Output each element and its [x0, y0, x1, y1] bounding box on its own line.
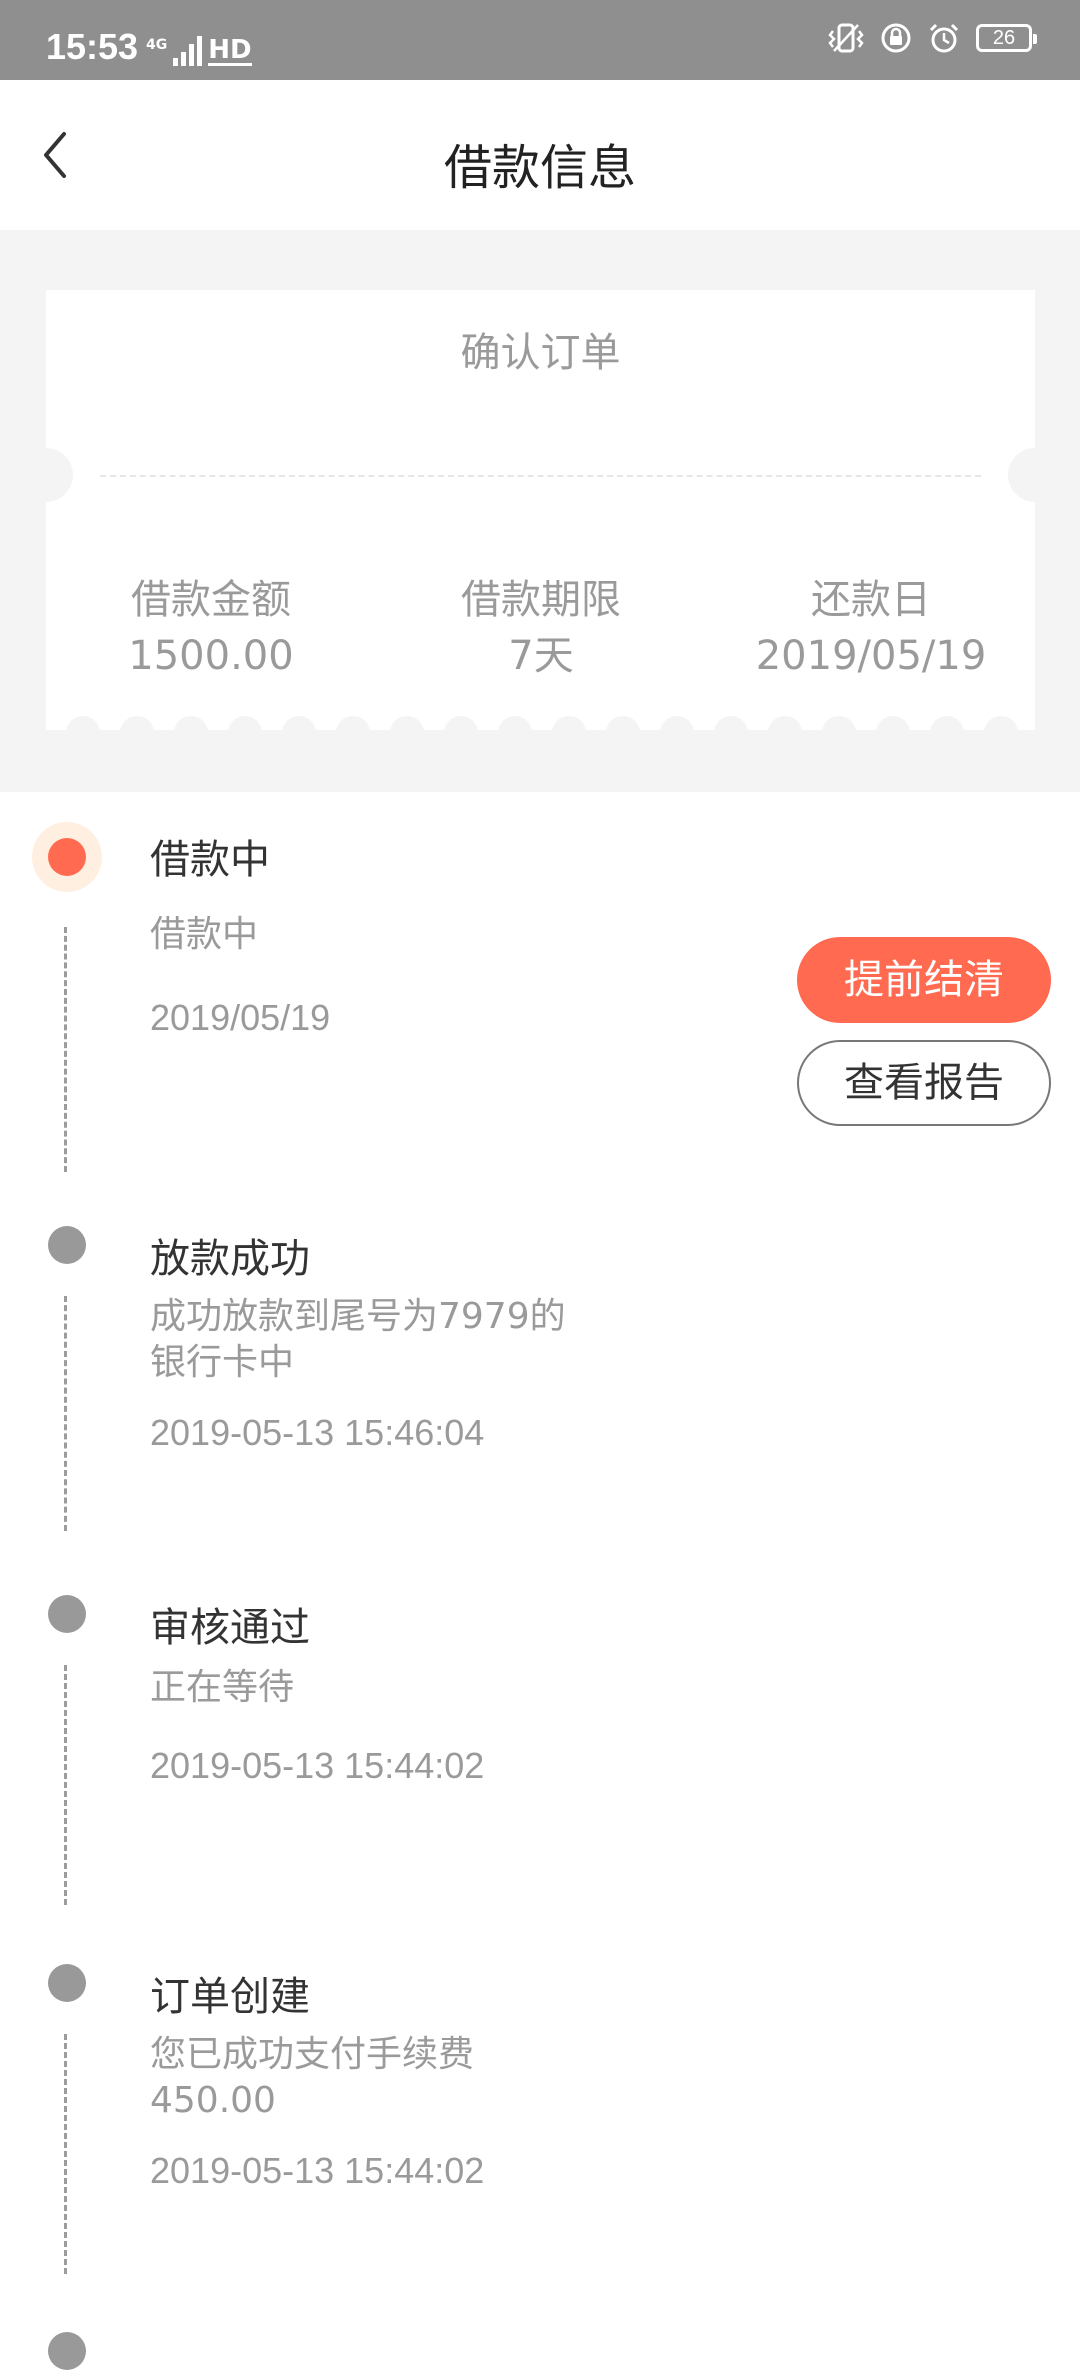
timeline-title: 放款成功 [150, 1236, 310, 1282]
lock-rotation-icon [881, 23, 911, 53]
status-icons: 26 [828, 22, 1037, 54]
scallop-dot [336, 716, 370, 744]
repayment-date-value: 2019/05/19 [755, 633, 987, 679]
alarm-icon [929, 23, 959, 53]
timeline-connector [64, 1665, 67, 1905]
status-dot-icon [48, 1595, 86, 1633]
scallop-dot [444, 716, 478, 744]
timeline-desc: 成功放款到尾号为7979的银行卡中 [150, 1296, 566, 1383]
scallop-dot [606, 716, 640, 744]
hd-indicator: HD [208, 35, 252, 66]
scallop-dot [984, 716, 1018, 744]
timeline-title: 借款中 [150, 837, 270, 883]
status-dot-icon [48, 1226, 86, 1264]
network-type: 4G [146, 37, 168, 53]
battery-icon: 26 [976, 24, 1037, 52]
scallop-dot [282, 716, 316, 744]
status-bar: 15:53 4G HD 26 [0, 0, 1080, 80]
scallop-dot [228, 716, 262, 744]
signal-icon [173, 36, 203, 66]
vibrate-icon [828, 23, 864, 53]
ticket-divider [100, 475, 981, 477]
ticket-notch-left [19, 448, 73, 502]
timeline-title: 审核通过 [150, 1605, 310, 1651]
timeline-desc: 正在等待 [150, 1667, 295, 1708]
network-indicator: 4G HD [146, 36, 252, 66]
loan-amount-label: 借款金额 [131, 577, 291, 623]
loan-amount-value: 1500.00 [128, 633, 294, 679]
order-ticket: 确认订单 借款金额 1500.00 借款期限 7天 还款日 2019/05/19 [19, 290, 1062, 744]
timeline-time: 2019-05-13 15:44:02 [150, 2150, 485, 2191]
scallop-dot [768, 716, 802, 744]
timeline-time: 2019/05/19 [150, 997, 331, 1038]
scallop-dot [660, 716, 694, 744]
timeline-time: 2019-05-13 15:44:02 [150, 1745, 485, 1786]
timeline-connector [64, 1296, 67, 1531]
scallop-dot [66, 716, 100, 744]
ticket-notch-right [1008, 448, 1062, 502]
status-dot-icon [48, 1964, 86, 2002]
scallop-dot [930, 716, 964, 744]
ticket-scallop-edge [46, 716, 1035, 744]
timeline-desc: 您已成功支付手续费450.00 [150, 2034, 475, 2121]
status-time: 15:53 [46, 26, 139, 67]
timeline-desc: 借款中 [150, 914, 259, 955]
timeline-connector [64, 2034, 67, 2274]
order-summary-section: 确认订单 借款金额 1500.00 借款期限 7天 还款日 2019/05/19 [0, 230, 1080, 792]
timeline-connector [64, 927, 67, 1172]
loan-timeline: 借款中 借款中 2019/05/19 提前结清 查看报告 放款成功 成功放款到尾… [0, 792, 1080, 2370]
scallop-dot [552, 716, 586, 744]
status-dot-icon [48, 2332, 86, 2370]
timeline-time: 2019-05-13 15:46:04 [150, 1412, 485, 1453]
timeline-title: 订单创建 [150, 1974, 310, 2020]
repayment-date: 还款日 2019/05/19 [706, 572, 1036, 684]
repayment-date-label: 还款日 [811, 577, 931, 623]
page-title: 借款信息 [443, 140, 636, 196]
scallop-dot [714, 716, 748, 744]
view-report-button[interactable]: 查看报告 [797, 1040, 1051, 1126]
early-settlement-button[interactable]: 提前结清 [797, 937, 1051, 1023]
ticket-header: 确认订单 [460, 330, 621, 376]
active-status-dot-icon [32, 822, 102, 892]
loan-term: 借款期限 7天 [376, 572, 706, 684]
scallop-dot [822, 716, 856, 744]
scallop-dot [174, 716, 208, 744]
loan-term-value: 7天 [508, 633, 574, 679]
loan-amount: 借款金额 1500.00 [46, 572, 376, 684]
scallop-dot [390, 716, 424, 744]
scallop-dot [876, 716, 910, 744]
scallop-dot [498, 716, 532, 744]
loan-term-label: 借款期限 [461, 577, 621, 623]
scallop-dot [120, 716, 154, 744]
nav-bar: 借款信息 [0, 80, 1080, 230]
